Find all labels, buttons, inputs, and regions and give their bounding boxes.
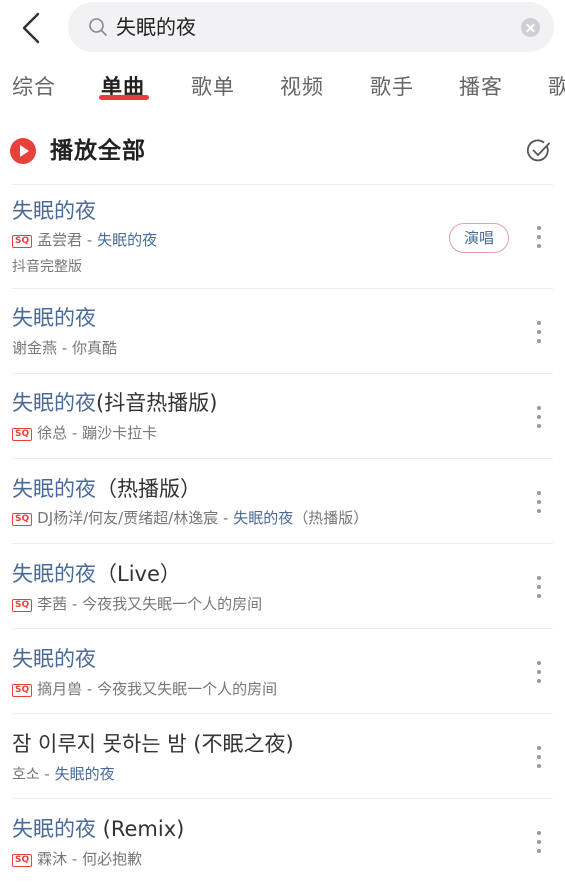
song-row[interactable]: 잠 이루지 못하는 밤 (不眠之夜) 호소 - 失眠的夜: [0, 715, 565, 797]
tab-playlists[interactable]: 歌单: [191, 72, 235, 102]
sq-badge: SQ: [12, 599, 33, 612]
song-title: 失眠的夜 (Remix): [12, 817, 185, 841]
song-subtitle: SQ 摘月兽 - 今夜我又失眠一个人的房间: [12, 678, 277, 700]
song-title: 失眠的夜（热播版）: [12, 477, 201, 501]
song-version-note: 抖音完整版: [12, 259, 82, 275]
song-title: 失眠的夜(抖音热播版): [12, 391, 218, 415]
result-tabs: 综合 单曲 歌单 视频 歌手 播客 歌: [0, 66, 565, 110]
divider: [12, 628, 553, 629]
divider: [12, 713, 553, 714]
song-row[interactable]: 失眠的夜 谢金燕 - 你真酷: [0, 290, 565, 372]
divider: [12, 288, 553, 289]
tab-lyrics[interactable]: 歌: [548, 72, 565, 102]
song-subtitle: SQ 孟尝君 - 失眠的夜: [12, 229, 157, 251]
song-subtitle: 호소 - 失眠的夜: [12, 765, 115, 783]
more-vertical-icon[interactable]: [533, 572, 545, 602]
more-vertical-icon[interactable]: [533, 487, 545, 517]
sing-button[interactable]: 演唱: [449, 223, 509, 253]
divider: [12, 458, 553, 459]
tab-comprehensive[interactable]: 综合: [12, 72, 56, 102]
divider: [12, 184, 553, 185]
more-vertical-icon[interactable]: [533, 402, 545, 432]
sq-badge: SQ: [12, 854, 33, 867]
song-row[interactable]: 失眠的夜(抖音热播版) SQ 徐总 - 蹦沙卡拉卡: [0, 375, 565, 457]
search-query: 失眠的夜: [116, 15, 196, 39]
divider: [12, 798, 553, 799]
song-title: 失眠的夜: [12, 647, 96, 671]
song-row[interactable]: 失眠的夜 SQ 孟尝君 - 失眠的夜 抖音完整版 演唱: [0, 186, 565, 286]
song-subtitle: SQ 徐总 - 蹦沙卡拉卡: [12, 422, 157, 444]
play-all-label: 播放全部: [50, 138, 146, 164]
song-title: 失眠的夜（Live）: [12, 562, 181, 586]
sq-badge: SQ: [12, 513, 33, 526]
song-title: 失眠的夜: [12, 199, 96, 223]
multi-select-check-icon[interactable]: [525, 137, 553, 165]
search-icon: [89, 18, 107, 36]
play-all-row[interactable]: 播放全部: [0, 128, 565, 174]
more-vertical-icon[interactable]: [533, 317, 545, 347]
back-button[interactable]: [14, 8, 54, 48]
song-title: 잠 이루지 못하는 밤 (不眠之夜): [12, 732, 294, 756]
divider: [12, 373, 553, 374]
sq-badge: SQ: [12, 235, 33, 248]
sq-badge: SQ: [12, 684, 33, 697]
song-subtitle: SQ 李茜 - 今夜我又失眠一个人的房间: [12, 593, 262, 615]
tab-videos[interactable]: 视频: [280, 72, 324, 102]
more-vertical-icon[interactable]: [533, 657, 545, 687]
search-input[interactable]: 失眠的夜: [68, 2, 554, 52]
play-icon[interactable]: [10, 138, 36, 164]
more-vertical-icon[interactable]: [533, 827, 545, 857]
song-row[interactable]: 失眠的夜（热播版） SQ DJ杨洋/何友/贾绪超/林逸宸 - 失眠的夜（热播版）: [0, 460, 565, 542]
more-vertical-icon[interactable]: [533, 222, 545, 252]
back-arrow-icon: [22, 12, 40, 44]
song-row[interactable]: 失眠的夜 (Remix) SQ 霖沐 - 何必抱歉: [0, 800, 565, 882]
active-tab-indicator: [99, 95, 149, 100]
song-row[interactable]: 失眠的夜（Live） SQ 李茜 - 今夜我又失眠一个人的房间: [0, 545, 565, 627]
tab-podcasts[interactable]: 播客: [459, 72, 503, 102]
search-header: 失眠的夜: [0, 0, 565, 56]
tab-artists[interactable]: 歌手: [370, 72, 414, 102]
clear-icon[interactable]: [521, 18, 540, 37]
song-subtitle: SQ 霖沐 - 何必抱歉: [12, 848, 142, 870]
search-results-page: 失眠的夜 综合 单曲 歌单 视频 歌手 播客 歌 播放全部 失眠的夜 SQ 孟尝君…: [0, 0, 565, 885]
song-subtitle: SQ DJ杨洋/何友/贾绪超/林逸宸 - 失眠的夜（热播版）: [12, 507, 368, 529]
song-title: 失眠的夜: [12, 306, 96, 330]
more-vertical-icon[interactable]: [533, 742, 545, 772]
sq-badge: SQ: [12, 428, 33, 441]
song-row[interactable]: 失眠的夜 SQ 摘月兽 - 今夜我又失眠一个人的房间: [0, 630, 565, 712]
song-subtitle: 谢金燕 - 你真酷: [12, 339, 117, 357]
divider: [12, 543, 553, 544]
